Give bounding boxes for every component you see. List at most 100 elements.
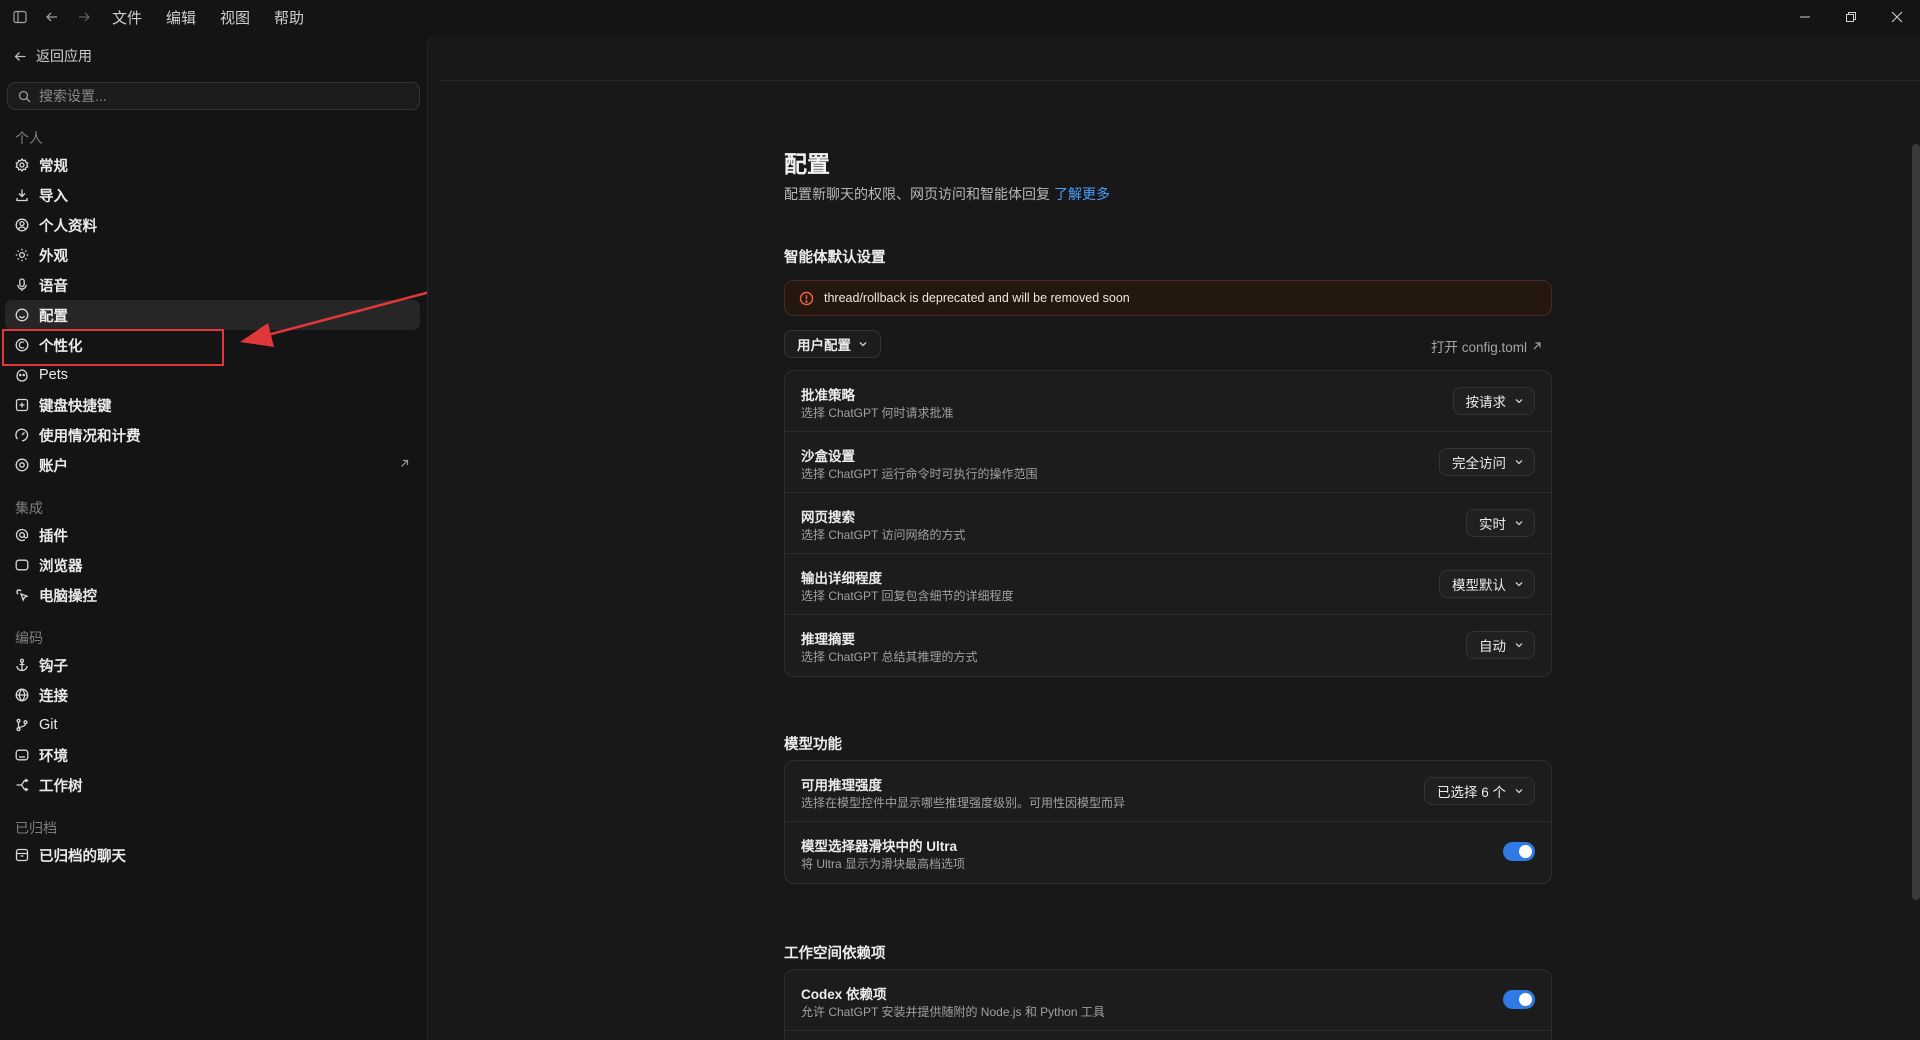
search-icon [18,90,31,102]
sidebar-item-account[interactable]: 账户 [5,450,420,480]
sidebar-item-browser[interactable]: 浏览器 [5,550,420,580]
dropdown-value: 按请求 [1465,395,1507,410]
section-personal: 个人 [15,130,43,146]
reasoning-effort-dropdown[interactable]: 已选择 6 个 [1423,777,1535,805]
menu-file[interactable]: 文件 [100,0,154,34]
sidebar-item-voice[interactable]: 语音 [5,270,420,300]
keyboard-icon [15,398,29,412]
sidebar-item-archived-chats[interactable]: 已归档的聊天 [5,840,420,870]
sidebar-item-pets[interactable]: Pets [5,360,420,390]
search-input[interactable] [39,88,409,104]
sidebar-item-label: 钩子 [39,658,68,675]
sandbox-dropdown[interactable]: 完全访问 [1439,448,1535,476]
chevron-down-icon [1515,521,1523,526]
sidebar-item-worktree[interactable]: 工作树 [5,770,420,800]
sidebar-toggle-icon[interactable] [4,0,36,34]
settings-sidebar: 返回应用 个人 常规 导入 个人资料 外观 语音 配置 个性化 Pets 键盘快… [0,34,548,1040]
setting-title: 沙盒设置 [801,449,855,464]
sidebar-item-label: 工作树 [39,778,83,795]
sidebar-item-hooks[interactable]: 钩子 [5,650,420,680]
codex-deps-toggle[interactable] [1503,990,1535,1009]
header-divider [438,80,1920,81]
sidebar-item-environment[interactable]: 环境 [5,740,420,770]
sidebar-item-usage[interactable]: 使用情况和计费 [5,420,420,450]
scrollbar[interactable] [1912,144,1920,900]
chevron-down-icon [1515,460,1523,465]
user-circle-icon [15,218,29,232]
approval-policy-dropdown[interactable]: 按请求 [1452,387,1535,415]
browser-window-icon [15,558,29,572]
anchor-icon [15,658,29,672]
sidebar-item-profile[interactable]: 个人资料 [5,210,420,240]
sidebar-item-shortcuts[interactable]: 键盘快捷键 [5,390,420,420]
ultra-slider-toggle[interactable] [1503,842,1535,861]
setting-title: 模型选择器滑块中的 Ultra [801,839,958,854]
setting-row: 沙盒设置 选择 ChatGPT 运行命令时可执行的操作范围 完全访问 [785,432,1551,493]
sidebar-item-general[interactable]: 常规 [5,150,420,180]
setting-row: 网页搜索 选择 ChatGPT 访问网络的方式 实时 [785,493,1551,554]
globe-icon [15,688,29,702]
back-to-app-link[interactable]: 返回应用 [14,46,92,66]
sidebar-item-personalization[interactable]: 个性化 [5,330,420,360]
section-integrations: 集成 [15,500,43,516]
profile-dropdown-label: 用户配置 [797,338,851,353]
sidebar-item-label: 外观 [39,248,68,265]
sidebar-item-connections[interactable]: 连接 [5,680,420,710]
setting-row: Codex 依赖项 允许 ChatGPT 安装并提供随附的 Node.js 和 … [785,970,1551,1031]
workspace-deps-heading: 工作空间依赖项 [784,946,886,962]
sidebar-item-appearance[interactable]: 外观 [5,240,420,270]
sidebar-item-label: 常规 [39,158,68,175]
sidebar-item-label: Pets [39,367,69,383]
setting-row: 推理摘要 选择 ChatGPT 总结其推理的方式 自动 [785,615,1551,676]
gauge-icon [15,428,29,442]
setting-title: 可用推理强度 [801,778,882,793]
setting-row: 批准策略 选择 ChatGPT 何时请求批准 按请求 [785,371,1551,432]
deprecation-warning: thread/rollback is deprecated and will b… [784,280,1552,316]
close-button[interactable] [1874,0,1920,34]
setting-row: 输出详细程度 选择 ChatGPT 回复包含细节的详细程度 模型默认 [785,554,1551,615]
sidebar-item-git[interactable]: Git [5,710,420,740]
sidebar-item-label: 导入 [39,188,68,205]
setting-description: 选择 ChatGPT 访问网络的方式 [801,528,966,542]
warning-icon [799,291,814,305]
back-link-label: 返回应用 [36,48,92,64]
back-arrow-icon[interactable] [36,0,68,34]
setting-title: Codex 依赖项 [801,987,887,1002]
web-search-dropdown[interactable]: 实时 [1466,509,1535,537]
sidebar-item-label: 已归档的聊天 [39,848,126,865]
cursor-click-icon [15,588,29,602]
verbosity-dropdown[interactable]: 模型默认 [1439,570,1535,598]
sidebar-item-config[interactable]: 配置 [5,300,420,330]
workspace-deps-card: Codex 依赖项 允许 ChatGPT 安装并提供随附的 Node.js 和 … [784,969,1552,1040]
setting-title: 网页搜索 [801,510,855,525]
forward-arrow-icon[interactable] [68,0,100,34]
external-link-icon [1533,342,1541,350]
page-title: 配置 [784,151,830,177]
chevron-down-icon [1515,399,1523,404]
profile-dropdown[interactable]: 用户配置 [784,330,881,358]
pet-icon [15,368,29,382]
setting-description: 选择 ChatGPT 何时请求批准 [801,406,954,420]
sidebar-item-import[interactable]: 导入 [5,180,420,210]
open-config-link[interactable]: 打开 config.toml [1431,336,1542,356]
setting-title: 推理摘要 [801,632,855,647]
setting-title: 输出详细程度 [801,571,882,586]
page-subtitle-text: 配置新聊天的权限、网页访问和智能体回复 [784,186,1050,202]
menu-view[interactable]: 视图 [208,0,262,34]
section-archived: 已归档 [15,820,57,836]
settings-search[interactable] [7,82,420,110]
reasoning-summary-dropdown[interactable]: 自动 [1466,631,1535,659]
restore-button[interactable] [1828,0,1874,34]
model-features-card: 可用推理强度 选择在模型控件中显示哪些推理强度级别。可用性因模型而异 已选择 6… [784,760,1552,884]
sidebar-item-label: 配置 [39,308,68,325]
sidebar-item-computer-control[interactable]: 电脑操控 [5,580,420,610]
setting-description: 选择在模型控件中显示哪些推理强度级别。可用性因模型而异 [801,796,1126,810]
minimize-button[interactable] [1782,0,1828,34]
dropdown-value: 实时 [1479,517,1506,532]
config-icon [15,308,29,322]
learn-more-link[interactable]: 了解更多 [1054,186,1110,202]
sidebar-item-plugins[interactable]: 插件 [5,520,420,550]
menu-edit[interactable]: 编辑 [154,0,208,34]
menu-help[interactable]: 帮助 [262,0,316,34]
chevron-down-icon [859,342,867,347]
